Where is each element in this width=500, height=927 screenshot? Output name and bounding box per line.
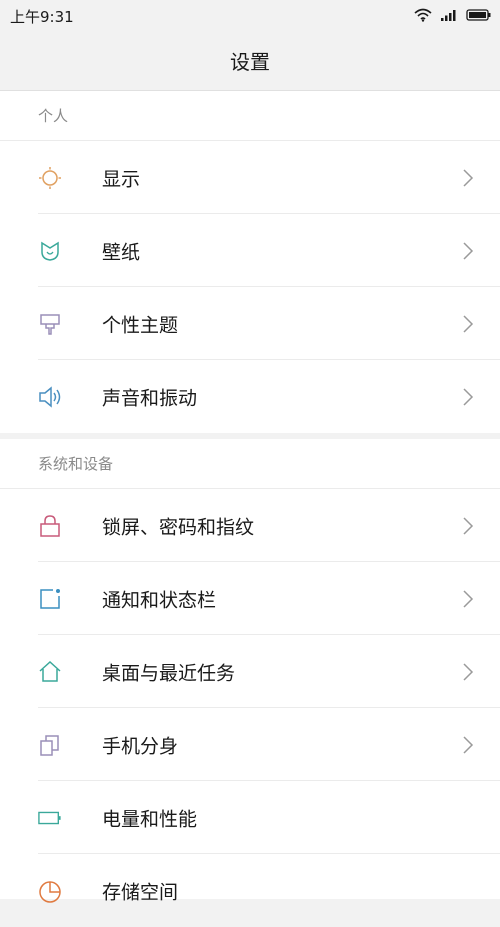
wifi-icon — [414, 8, 432, 22]
status-icons — [414, 6, 492, 24]
tulip-icon — [38, 239, 62, 263]
section-system: 系统和设备 锁屏、密码和指纹 通知和状态栏 桌面与最近任务 手机分身 电量和性能… — [0, 439, 500, 903]
settings-item-label: 显示 — [102, 168, 141, 190]
battery-icon — [38, 806, 62, 830]
chevron-right-icon — [463, 241, 474, 260]
settings-item-notifications[interactable]: 通知和状态栏 — [0, 562, 500, 635]
chevron-right-icon — [463, 314, 474, 333]
settings-item-label: 手机分身 — [102, 735, 179, 757]
settings-item-label: 锁屏、密码和指纹 — [102, 516, 255, 538]
section-header-system: 系统和设备 — [0, 439, 500, 489]
chevron-right-icon — [463, 735, 474, 754]
section-personal: 个人 显示 壁纸 个性主题 声音和振动 — [0, 91, 500, 433]
settings-item-lockscreen[interactable]: 锁屏、密码和指纹 — [0, 489, 500, 562]
status-bar: 上午9:31 — [0, 0, 500, 30]
settings-item-label: 声音和振动 — [102, 387, 198, 409]
status-time: 上午9:31 — [10, 8, 74, 26]
settings-item-label: 通知和状态栏 — [102, 589, 217, 611]
lock-icon — [38, 514, 62, 538]
settings-item-label: 存储空间 — [102, 881, 179, 903]
battery-icon — [466, 9, 491, 21]
section-header-personal: 个人 — [0, 91, 500, 141]
dual-phone-icon — [38, 733, 62, 757]
settings-item-theme[interactable]: 个性主题 — [0, 287, 500, 360]
settings-item-home[interactable]: 桌面与最近任务 — [0, 635, 500, 708]
settings-item-dual-apps[interactable]: 手机分身 — [0, 708, 500, 781]
home-icon — [38, 660, 62, 684]
settings-item-battery[interactable]: 电量和性能 — [0, 781, 500, 854]
settings-item-display[interactable]: 显示 — [0, 141, 500, 214]
chevron-right-icon — [463, 516, 474, 535]
settings-item-label: 桌面与最近任务 — [102, 662, 236, 684]
settings-item-label: 壁纸 — [102, 241, 141, 263]
settings-item-wallpaper[interactable]: 壁纸 — [0, 214, 500, 287]
settings-item-sound[interactable]: 声音和振动 — [0, 360, 500, 433]
brush-icon — [38, 312, 62, 336]
signal-icon — [441, 10, 456, 21]
notification-icon — [38, 587, 62, 611]
title-bar: 设置 — [0, 30, 500, 90]
chevron-right-icon — [463, 168, 474, 187]
settings-item-label: 电量和性能 — [102, 808, 198, 830]
sun-icon — [38, 166, 62, 190]
settings-item-storage[interactable]: 存储空间 — [0, 854, 500, 927]
speaker-icon — [38, 385, 62, 409]
chevron-right-icon — [463, 387, 474, 406]
chevron-right-icon — [463, 662, 474, 681]
pie-icon — [38, 879, 62, 903]
chevron-right-icon — [463, 589, 474, 608]
settings-item-label: 个性主题 — [102, 314, 179, 336]
page-title: 设置 — [230, 49, 270, 74]
